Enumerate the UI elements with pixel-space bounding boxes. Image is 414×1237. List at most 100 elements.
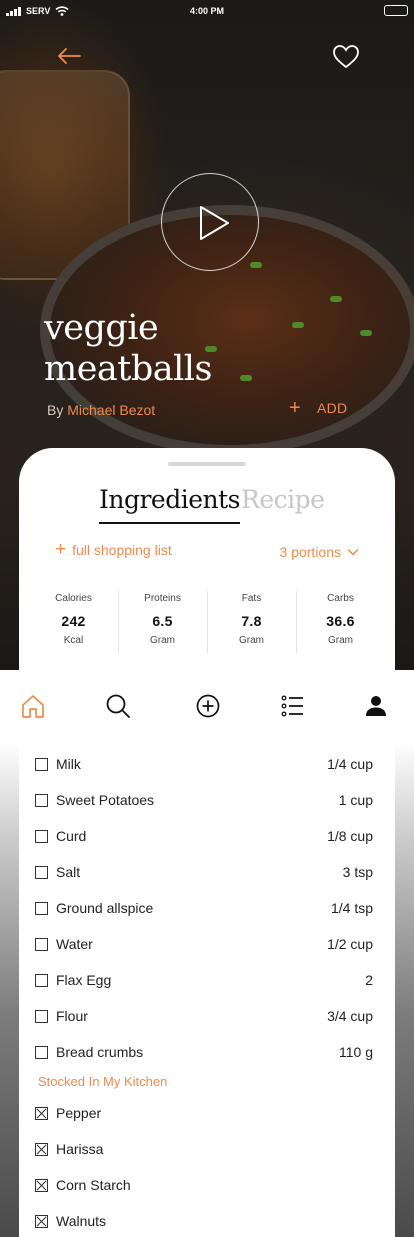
- ingredient-row[interactable]: Curd 1/8 cup: [35, 824, 373, 848]
- checked-checkbox[interactable]: [35, 1178, 48, 1192]
- ingredient-name: Curd: [56, 828, 87, 844]
- play-video-button[interactable]: [161, 173, 259, 271]
- ingredient-row[interactable]: Sweet Potatoes 1 cup: [35, 788, 373, 812]
- recipe-title: veggie meatballs: [44, 308, 304, 390]
- checkbox[interactable]: [35, 757, 48, 771]
- by-label: By: [47, 402, 64, 418]
- back-button[interactable]: [52, 38, 88, 74]
- checked-checkbox[interactable]: [35, 1214, 48, 1228]
- status-bar: SERV 4:00 PM: [0, 0, 414, 22]
- ingredient-row[interactable]: Ground allspice 1/4 tsp: [35, 896, 373, 920]
- stocked-row[interactable]: Pepper: [35, 1101, 373, 1125]
- tab-list[interactable]: [279, 692, 307, 720]
- ingredient-quantity: 3/4 cup: [327, 1008, 373, 1024]
- nutrition-label: Proteins: [144, 593, 181, 604]
- full-shopping-list-link[interactable]: + full shopping list: [55, 539, 172, 560]
- nutrition-calories: Calories 242 Kcal: [29, 591, 118, 653]
- nutrition-unit: Kcal: [63, 635, 84, 646]
- chevron-down-icon: [347, 548, 359, 556]
- tab-home[interactable]: [19, 692, 47, 720]
- favorite-button[interactable]: [328, 38, 364, 74]
- ingredient-quantity: 1/4 tsp: [330, 900, 373, 916]
- tab-search[interactable]: [104, 692, 132, 720]
- clock: 4:00 PM: [189, 6, 224, 16]
- checkbox[interactable]: [35, 1009, 48, 1023]
- nutrition-value: 242: [61, 613, 86, 629]
- bottom-tab-bar: [0, 670, 414, 742]
- ingredient-quantity: 110 g: [339, 1044, 373, 1060]
- checkbox[interactable]: [35, 1045, 48, 1059]
- tab-strip: Ingredients Recipe: [19, 485, 395, 525]
- checkbox[interactable]: [35, 793, 48, 807]
- ingredient-row[interactable]: Salt 3 tsp: [35, 860, 373, 884]
- nutrition-proteins: Proteins 6.5 Gram: [118, 591, 207, 653]
- ingredient-name: Flax Egg: [56, 972, 112, 988]
- ingredient-name: Ground allspice: [56, 900, 154, 916]
- nutrition-unit: Gram: [239, 635, 264, 646]
- nutrition-value: 6.5: [152, 613, 173, 629]
- nutrition-label: Calories: [55, 593, 92, 604]
- ingredient-quantity: 1/8 cup: [327, 828, 373, 844]
- ingredient-name: Water: [56, 936, 93, 952]
- checkbox[interactable]: [35, 937, 48, 951]
- ingredient-quantity: 2: [365, 972, 373, 988]
- checked-checkbox[interactable]: [35, 1106, 48, 1120]
- nutrition-carbs: Carbs 36.6 Gram: [296, 591, 385, 653]
- checkbox[interactable]: [35, 829, 48, 843]
- stocked-row[interactable]: Walnuts: [35, 1209, 373, 1233]
- recipe-byline: By Michael Bezot: [47, 402, 155, 418]
- herb-garnish: [360, 330, 372, 336]
- author-link[interactable]: Michael Bezot: [67, 402, 155, 418]
- ingredient-name: Corn Starch: [56, 1177, 131, 1193]
- portions-label: 3 portions: [279, 544, 341, 560]
- tab-ingredients[interactable]: Ingredients: [99, 485, 241, 524]
- nutrition-fats: Fats 7.8 Gram: [207, 591, 296, 653]
- list-icon: [281, 695, 303, 717]
- checkbox[interactable]: [35, 973, 48, 987]
- tab-recipe[interactable]: Recipe: [241, 485, 325, 514]
- battery-icon: [384, 5, 408, 16]
- ingredient-name: Sweet Potatoes: [56, 792, 155, 808]
- search-icon: [106, 694, 130, 718]
- ingredient-name: Bread crumbs: [56, 1044, 144, 1060]
- home-icon: [22, 695, 44, 718]
- shopping-list-label: full shopping list: [72, 542, 172, 558]
- ingredient-name: Milk: [56, 756, 81, 772]
- herb-garnish: [330, 296, 342, 302]
- nutrition-label: Carbs: [327, 593, 354, 604]
- checkbox[interactable]: [35, 865, 48, 879]
- plus-icon: +: [55, 539, 67, 560]
- ingredient-quantity: 1 cup: [338, 792, 373, 808]
- checked-checkbox[interactable]: [35, 1142, 48, 1156]
- nutrition-label: Fats: [241, 593, 262, 604]
- profile-icon: [366, 696, 386, 716]
- tab-profile[interactable]: [362, 692, 390, 720]
- herb-garnish: [250, 262, 262, 268]
- ingredient-row[interactable]: Milk 1/4 cup: [35, 752, 373, 776]
- add-recipe-button[interactable]: + ADD: [289, 398, 348, 418]
- sheet-drag-handle[interactable]: [168, 462, 246, 466]
- portions-dropdown[interactable]: 3 portions: [280, 544, 359, 560]
- stocked-row[interactable]: Harissa: [35, 1137, 373, 1161]
- checkbox[interactable]: [35, 901, 48, 915]
- ingredient-row[interactable]: Flour 3/4 cup: [35, 1004, 373, 1028]
- ingredient-name: Walnuts: [56, 1213, 107, 1229]
- back-arrow-icon: [58, 48, 81, 64]
- add-circle-icon: [196, 694, 220, 718]
- stocked-row[interactable]: Corn Starch: [35, 1173, 373, 1197]
- stocked-section-heading: Stocked In My Kitchen: [38, 1074, 168, 1089]
- tab-add[interactable]: [194, 692, 222, 720]
- play-icon: [200, 206, 229, 240]
- add-label: ADD: [316, 400, 348, 416]
- ingredient-row[interactable]: Water 1/2 cup: [35, 932, 373, 956]
- ingredient-row[interactable]: Flax Egg 2: [35, 968, 373, 992]
- ingredient-name: Flour: [56, 1008, 88, 1024]
- nutrition-summary: Calories 242 Kcal Proteins 6.5 Gram Fats…: [29, 591, 385, 653]
- recipe-title-line: veggie: [44, 308, 159, 348]
- recipe-title-line: meatballs: [44, 349, 212, 389]
- nutrition-unit: Gram: [150, 635, 175, 646]
- nutrition-value: 7.8: [241, 613, 262, 629]
- ingredient-row[interactable]: Bread crumbs 110 g: [35, 1040, 373, 1064]
- heart-icon: [333, 45, 359, 69]
- ingredient-name: Harissa: [56, 1141, 104, 1157]
